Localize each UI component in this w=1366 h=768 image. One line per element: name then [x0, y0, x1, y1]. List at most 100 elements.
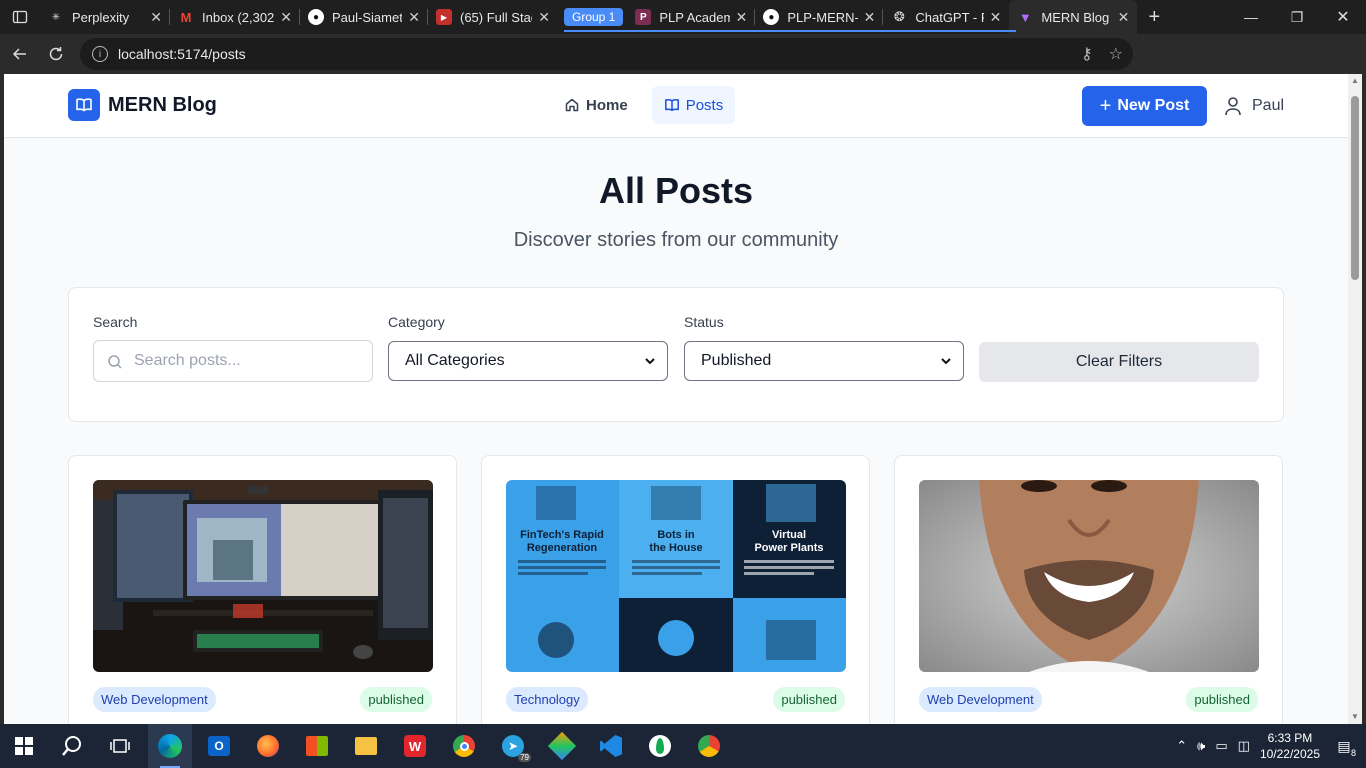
nav-posts-link[interactable]: Posts	[651, 86, 736, 124]
address-bar[interactable]: i localhost:5174/posts ⚷ ☆	[80, 38, 1133, 70]
close-tab-icon[interactable]: ✕	[736, 9, 748, 26]
post-card[interactable]: Web Development published	[68, 455, 457, 724]
tab-mern-blog[interactable]: ▼ MERN Blog A ✕	[1009, 0, 1138, 34]
new-post-button[interactable]: + New Post	[1082, 86, 1207, 126]
task-view-button[interactable]	[98, 724, 142, 768]
tab-title: PLP-MERN-S	[787, 9, 857, 25]
category-badge: Web Development	[93, 687, 216, 712]
git-icon	[547, 731, 577, 761]
post-image-tech-trends[interactable]: FinTech's Rapid Regeneration Bots in the…	[506, 480, 846, 672]
close-tab-icon[interactable]: ✕	[150, 9, 162, 26]
post-card[interactable]: Web Development published	[894, 455, 1283, 724]
vscode-icon	[600, 735, 622, 757]
site-info-icon[interactable]: i	[92, 46, 108, 62]
github-icon: ●	[308, 9, 324, 25]
tile-text-vpp: Virtual	[772, 529, 806, 541]
page-scrollbar[interactable]: ▲ ▼	[1348, 74, 1362, 724]
post-image-desk-setup[interactable]	[93, 480, 433, 672]
tile-text-bots: Bots in	[657, 529, 695, 541]
tab-inbox[interactable]: M Inbox (2,302) ✕	[170, 0, 300, 34]
taskbar-mongodb[interactable]	[638, 724, 682, 768]
tab-perplexity[interactable]: ✳ Perplexity ✕	[40, 0, 170, 34]
youtube-icon: ▶	[436, 9, 452, 25]
taskbar-firefox[interactable]	[246, 724, 290, 768]
taskbar-store[interactable]	[295, 724, 339, 768]
close-tab-icon[interactable]: ✕	[408, 9, 420, 26]
user-icon	[1225, 97, 1241, 116]
taskbar-git-app[interactable]	[540, 724, 584, 768]
tab-youtube[interactable]: ▶ (65) Full Stac ✕	[428, 0, 558, 34]
post-card[interactable]: FinTech's Rapid Regeneration Bots in the…	[481, 455, 870, 724]
category-label: Category	[388, 314, 445, 330]
key-icon[interactable]: ⚷	[1081, 44, 1093, 64]
taskbar-chrome-profile[interactable]	[687, 724, 731, 768]
notifications-button[interactable]: ▤ 8	[1330, 734, 1358, 759]
taskbar-telegram[interactable]: ➤ 79	[491, 724, 535, 768]
book-logo-icon	[68, 89, 100, 121]
perplexity-icon: ✳	[51, 11, 61, 23]
close-window-button[interactable]: ✕	[1320, 0, 1366, 34]
chatgpt-icon: ❂	[893, 9, 905, 24]
bookmark-star-icon[interactable]: ☆	[1109, 44, 1123, 64]
search-button[interactable]	[50, 724, 94, 768]
brand-link[interactable]: MERN Blog	[68, 89, 217, 121]
search-icon	[108, 355, 122, 369]
taskbar-wps[interactable]: W	[393, 724, 437, 768]
search-placeholder: Search posts...	[134, 352, 241, 369]
search-input[interactable]: Search posts...	[93, 340, 373, 382]
system-tray: ⌃ 🕪 ▭ ◫ 6:33 PM 10/22/2025	[1176, 724, 1320, 768]
post-image-portrait[interactable]	[919, 480, 1259, 672]
close-tab-icon[interactable]: ✕	[280, 9, 292, 26]
chrome-icon	[453, 735, 475, 757]
tab-chatgpt[interactable]: ❂ ChatGPT - Fu ✕	[883, 0, 1009, 34]
firefox-icon	[257, 735, 279, 757]
chevron-up-icon[interactable]: ⌃	[1176, 738, 1187, 754]
notification-count: 8	[1350, 748, 1356, 758]
start-button[interactable]	[2, 724, 46, 768]
clock[interactable]: 6:33 PM 10/22/2025	[1260, 730, 1320, 762]
reload-button[interactable]	[38, 36, 74, 72]
scroll-down-icon[interactable]: ▼	[1350, 712, 1360, 722]
tab-actions-button[interactable]	[0, 0, 40, 34]
back-arrow-icon	[12, 48, 26, 60]
volume-icon[interactable]: 🕪	[1197, 738, 1205, 754]
taskbar-outlook[interactable]: O	[197, 724, 241, 768]
back-button[interactable]	[2, 36, 38, 72]
minimize-button[interactable]: —	[1228, 0, 1274, 34]
close-tab-icon[interactable]: ✕	[1118, 9, 1130, 26]
category-value: All Categories	[405, 352, 505, 369]
wps-icon: W	[404, 735, 426, 757]
close-tab-icon[interactable]: ✕	[864, 9, 876, 26]
tab-title: MERN Blog A	[1041, 9, 1111, 25]
close-tab-icon[interactable]: ✕	[990, 9, 1002, 26]
nav-home-label: Home	[586, 96, 628, 114]
scrollbar-thumb[interactable]	[1351, 96, 1359, 280]
page-title: All Posts	[598, 170, 754, 211]
new-tab-button[interactable]: +	[1137, 0, 1171, 34]
taskbar-vscode[interactable]	[589, 724, 633, 768]
tab-title: Perplexity	[72, 9, 130, 25]
taskbar-edge[interactable]	[148, 724, 192, 768]
tab-plp-academy[interactable]: P PLP Academy ✕	[627, 0, 756, 34]
nav-home-link[interactable]: Home	[552, 86, 640, 124]
notification-icon: ▤	[1337, 737, 1351, 754]
battery-icon[interactable]: ▭	[1215, 738, 1227, 754]
close-tab-icon[interactable]: ✕	[538, 9, 550, 26]
category-select[interactable]: All Categories	[388, 341, 668, 381]
user-menu[interactable]: Paul	[1224, 96, 1284, 116]
filters-panel: Search Search posts... Category All Cate…	[68, 287, 1284, 422]
category-badge: Technology	[506, 687, 588, 712]
taskbar-file-explorer[interactable]	[344, 724, 388, 768]
tab-github-repo[interactable]: ● PLP-MERN-S ✕	[755, 0, 884, 34]
network-icon[interactable]: ◫	[1238, 738, 1250, 754]
taskbar-chrome[interactable]	[442, 724, 486, 768]
status-select[interactable]: Published	[684, 341, 964, 381]
maximize-button[interactable]: ❐	[1274, 0, 1320, 34]
tab-group-chip[interactable]: Group 1	[564, 8, 624, 26]
clear-filters-button[interactable]: Clear Filters	[979, 342, 1259, 382]
app-navbar: MERN Blog Home Posts + New Post Paul	[4, 74, 1348, 138]
mongodb-icon	[649, 735, 671, 757]
tab-github-profile[interactable]: ● Paul-Siameto ✕	[300, 0, 428, 34]
edge-icon	[158, 734, 182, 758]
scroll-up-icon[interactable]: ▲	[1350, 76, 1360, 86]
